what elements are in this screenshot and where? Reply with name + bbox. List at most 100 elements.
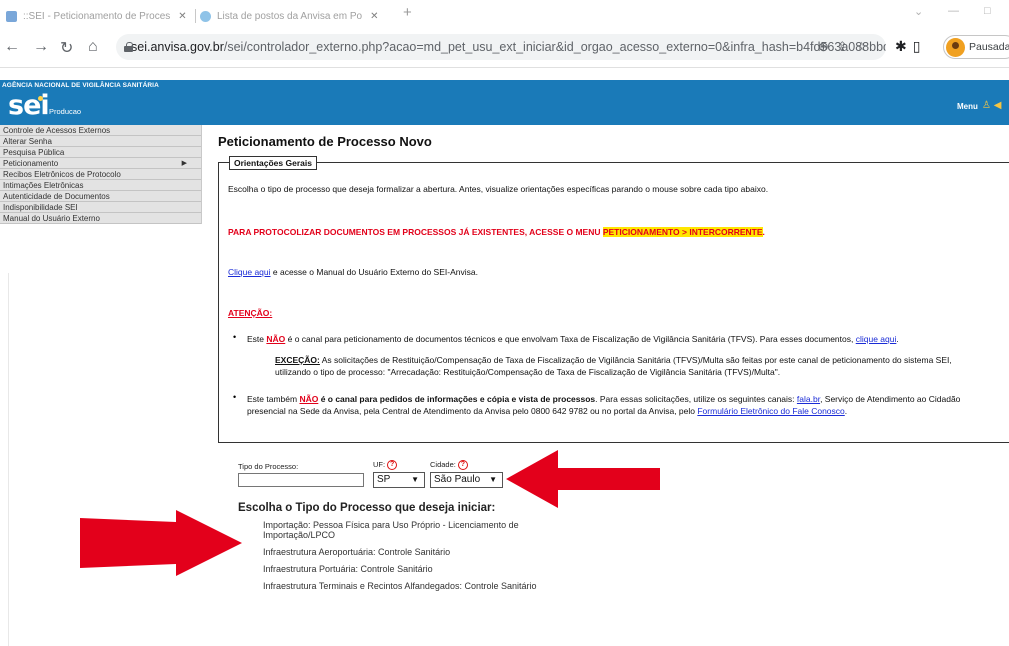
- sei-logo: sei: [8, 90, 50, 121]
- sei-header: AGÊNCIA NACIONAL DE VIGILÂNCIA SANITÁRIA…: [0, 80, 1009, 125]
- uf-selected-value: SP: [377, 474, 391, 485]
- fale-conosco-link[interactable]: Formulário Eletrônico do Fale Conosco: [697, 406, 844, 416]
- extensions-puzzle-icon[interactable]: ✱: [895, 38, 913, 54]
- sidebar-item-manual[interactable]: Manual do Usuário Externo: [0, 213, 201, 224]
- atencao-heading: ATENÇÃO:: [228, 308, 273, 318]
- bullet-icon: •: [233, 392, 237, 402]
- cidade-label-text: Cidade:: [430, 460, 456, 469]
- sidebar-item-peticionamento[interactable]: Peticionamento ▶: [0, 158, 201, 169]
- reload-icon[interactable]: ↻: [60, 38, 73, 58]
- red-arrow-left-icon: [80, 510, 242, 576]
- notice-text: é o canal para peticionamento de documen…: [285, 334, 856, 344]
- intercorrente-highlight: PETICIONAMENTO > INTERCORRENTE: [602, 227, 763, 237]
- sei-favicon-icon: [6, 10, 17, 22]
- main-content: Peticionamento de Processo Novo Orientaç…: [210, 125, 1009, 646]
- cidade-selected-value: São Paulo: [434, 474, 481, 485]
- sidebar-item-pesquisa-publica[interactable]: Pesquisa Pública: [0, 147, 201, 158]
- sidebar-item-recibos[interactable]: Recibos Eletrônicos de Protocolo: [0, 169, 201, 180]
- address-bar-icons: ⊕⇪☆: [818, 39, 875, 55]
- tab-divider: [195, 9, 196, 23]
- channels-notice-line-2: presencial na Sede da Anvisa, pela Centr…: [247, 405, 847, 417]
- tipo-processo-label: Tipo do Processo:: [238, 462, 299, 471]
- help-icon[interactable]: ?: [457, 460, 468, 471]
- tab-search-icon[interactable]: ⌄: [914, 5, 923, 18]
- avatar: [946, 37, 965, 57]
- channels-notice-line-1: Este também NÃO é o canal para pedidos d…: [247, 393, 960, 405]
- page-title: Peticionamento de Processo Novo: [218, 134, 432, 149]
- manual-link[interactable]: Clique aqui: [228, 267, 271, 277]
- zoom-icon[interactable]: ⊕: [818, 39, 837, 54]
- warning-text: PARA PROTOCOLIZAR DOCUMENTOS EM PROCESSO…: [228, 227, 603, 237]
- orientacoes-gerais-box: Orientações Gerais Escolha o tipo de pro…: [218, 156, 1009, 443]
- url-path: /sei/controlador_externo.php?acao=md_pet…: [223, 40, 886, 54]
- sidebar-item-label: Peticionamento: [3, 159, 59, 168]
- nao-emphasis: NÃO: [299, 394, 319, 404]
- side-panel-icon[interactable]: ▯: [913, 38, 927, 54]
- tab-title: Lista de postos da Anvisa em Po: [217, 10, 363, 22]
- new-tab-button[interactable]: +: [403, 4, 412, 21]
- user-icons[interactable]: ♙ ◀: [982, 100, 1001, 111]
- arrow-shape: [80, 510, 242, 576]
- process-type-link[interactable]: Infraestrutura Portuária: Controle Sanit…: [263, 564, 433, 574]
- globe-favicon-icon: [200, 10, 211, 22]
- close-tab-icon[interactable]: ✕: [178, 11, 186, 22]
- home-icon[interactable]: ⌂: [88, 38, 98, 56]
- process-line: Importação: Pessoa Física para Uso Própr…: [263, 520, 519, 530]
- sidebar-menu: Controle de Acessos Externos Alterar Sen…: [0, 125, 202, 224]
- uf-select[interactable]: SP ▼: [373, 472, 425, 488]
- tab-title: ::SEI - Peticionamento de Proces: [23, 10, 171, 22]
- process-line: Importação/LPCO: [263, 530, 336, 540]
- profile-button[interactable]: Pausada: [943, 35, 1009, 59]
- sidebar-item-autenticidade[interactable]: Autenticidade de Documentos: [0, 191, 201, 202]
- browser-toolbar: ← → ↻ ⌂ sei.anvisa.gov.br/sei/controlado…: [0, 28, 1009, 68]
- forward-arrow-icon[interactable]: →: [33, 38, 49, 56]
- uf-label: UF:?: [373, 460, 398, 471]
- nao-emphasis: NÃO: [266, 334, 286, 344]
- help-icon[interactable]: ?: [387, 460, 398, 471]
- process-type-link[interactable]: Importação: Pessoa Física para Uso Própr…: [263, 520, 519, 540]
- browser-tab-postos[interactable]: Lista de postos da Anvisa em Po ✕: [200, 4, 390, 28]
- sidebar-item-controle-acessos[interactable]: Controle de Acessos Externos: [0, 125, 201, 136]
- process-type-link[interactable]: Infraestrutura Aeroportuária: Controle S…: [263, 547, 450, 557]
- sidebar-divider: [8, 273, 9, 646]
- arrow-shape: [506, 450, 660, 508]
- back-arrow-icon[interactable]: ←: [4, 38, 20, 56]
- browser-tab-bar: ::SEI - Peticionamento de Proces ✕ Lista…: [0, 0, 1009, 28]
- excecao-line-2: utilizando o tipo de processo: "Arrecada…: [275, 367, 781, 377]
- notice-end: .: [844, 406, 848, 416]
- maximize-icon[interactable]: □: [984, 5, 991, 17]
- sidebar-item-indisponibilidade[interactable]: Indisponibilidade SEI: [0, 202, 201, 213]
- bookmark-star-icon[interactable]: ☆: [856, 39, 876, 54]
- choose-process-heading: Escolha o Tipo do Processo que deseja in…: [238, 502, 496, 514]
- tfvs-link[interactable]: clique aqui: [856, 334, 897, 344]
- cidade-select[interactable]: São Paulo ▼: [430, 472, 503, 488]
- fala-br-link[interactable]: fala.br: [797, 394, 820, 404]
- notice-text: presencial na Sede da Anvisa, pela Centr…: [247, 406, 698, 416]
- intro-text: Escolha o tipo de processo que deseja fo…: [228, 184, 769, 194]
- notice-end: .: [896, 334, 899, 344]
- agency-name: AGÊNCIA NACIONAL DE VIGILÂNCIA SANITÁRIA: [2, 82, 159, 89]
- sidebar-item-intimacoes[interactable]: Intimações Eletrônicas: [0, 180, 201, 191]
- notice-text: Este também: [247, 394, 300, 404]
- chevron-down-icon: ▼: [411, 475, 419, 484]
- browser-tab-sei[interactable]: ::SEI - Peticionamento de Proces ✕: [6, 4, 192, 28]
- sidebar-item-alterar-senha[interactable]: Alterar Senha: [0, 136, 201, 147]
- minimize-icon[interactable]: —: [948, 5, 959, 17]
- orientacoes-legend: Orientações Gerais: [229, 156, 317, 170]
- intercorrente-warning: PARA PROTOCOLIZAR DOCUMENTOS EM PROCESSO…: [228, 226, 765, 238]
- tipo-processo-input[interactable]: [238, 473, 364, 487]
- share-icon[interactable]: ⇪: [837, 39, 856, 54]
- uf-label-text: UF:: [373, 460, 386, 469]
- environment-label: Producao: [49, 107, 82, 116]
- profile-label: Pausada: [969, 41, 1009, 53]
- notice-text: Este: [247, 334, 267, 344]
- close-tab-icon[interactable]: ✕: [370, 11, 378, 22]
- warning-end: .: [762, 227, 765, 237]
- address-bar[interactable]: sei.anvisa.gov.br/sei/controlador_extern…: [116, 34, 886, 60]
- red-arrow-right-icon: [506, 450, 660, 508]
- notice-bold: é o canal para pedidos de informações e …: [318, 394, 596, 404]
- chevron-down-icon: ▼: [489, 475, 497, 484]
- extension-icons: ✱▯: [895, 38, 926, 55]
- menu-button[interactable]: Menu: [957, 102, 978, 111]
- process-type-link[interactable]: Infraestrutura Terminais e Recintos Alfa…: [263, 581, 537, 591]
